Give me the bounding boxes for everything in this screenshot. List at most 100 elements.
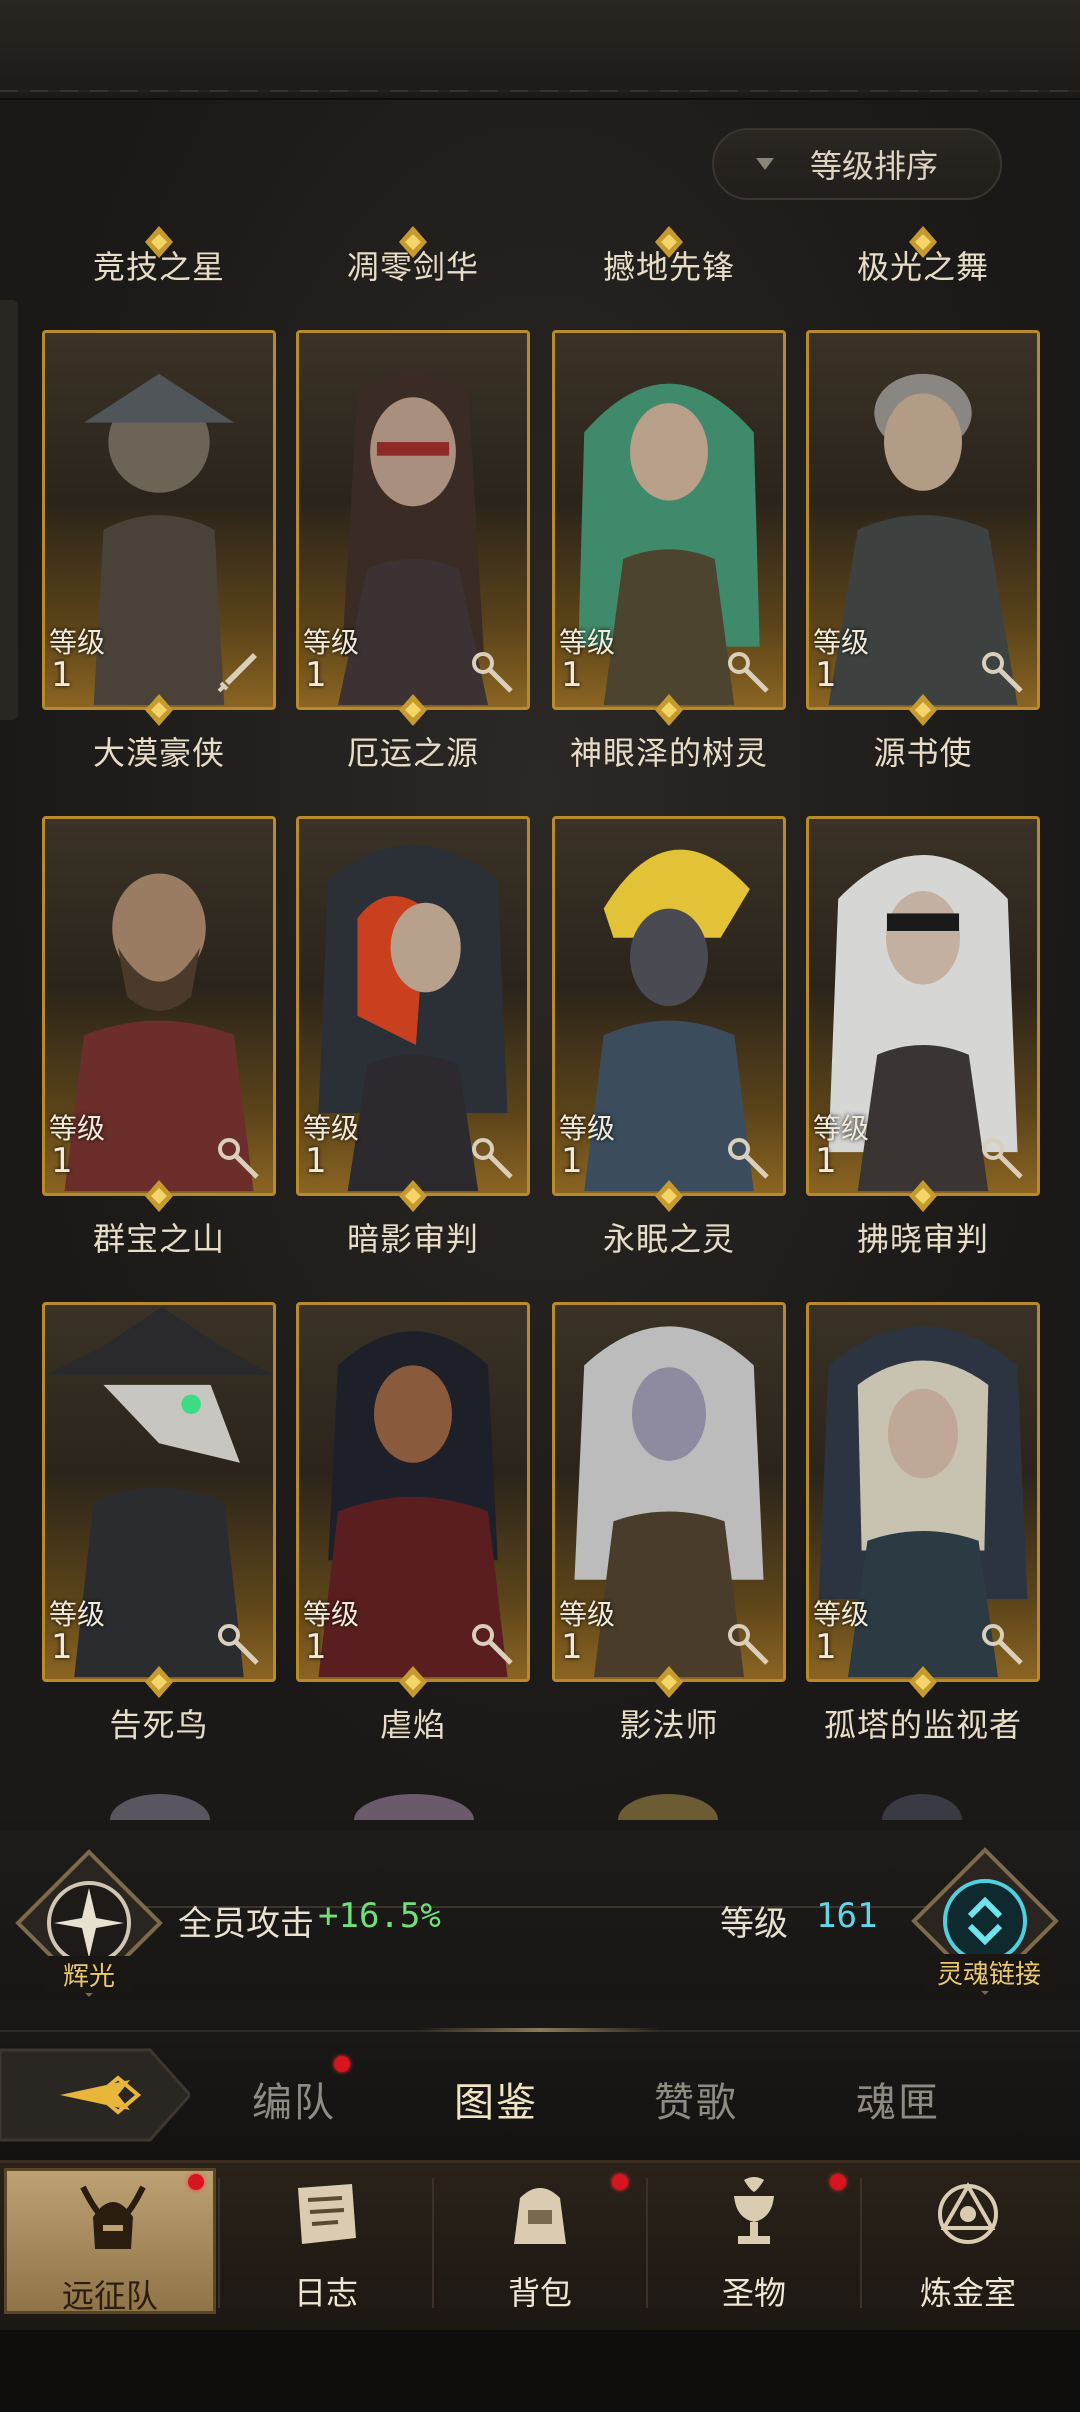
sort-label: 等级排序 xyxy=(810,147,939,185)
next-row-portrait-peek xyxy=(110,1794,962,1820)
gem-ornament-icon xyxy=(655,226,683,258)
soul-link-label: 灵魂链接 xyxy=(924,1954,1054,1991)
hero-name: 永眠之灵 xyxy=(602,1220,735,1258)
nav-label: 背包 xyxy=(507,2274,572,2312)
wand-icon xyxy=(728,1138,769,1179)
level-value: 1 xyxy=(561,1141,583,1181)
wand-icon xyxy=(472,1138,513,1179)
level-value: 1 xyxy=(815,655,837,695)
top-decorative-strip xyxy=(0,0,1080,100)
hero-card[interactable]: 等级 1 xyxy=(296,330,530,710)
level-value: 1 xyxy=(305,1141,327,1181)
wand-icon xyxy=(472,1624,513,1665)
hero-name: 拂晓审判 xyxy=(856,1220,989,1258)
back-arrow-icon[interactable] xyxy=(0,2040,190,2150)
gem-ornament-icon xyxy=(145,226,173,258)
nav-expedition[interactable]: 远征队 xyxy=(4,2168,216,2315)
tab-formation[interactable]: 编队 xyxy=(252,2070,336,2128)
chalice-icon xyxy=(734,2177,774,2244)
hero-card[interactable]: 等级 1 xyxy=(806,1302,1040,1682)
wand-icon xyxy=(982,1624,1023,1665)
dropdown-arrow-icon xyxy=(756,158,774,170)
nav-label: 圣物 xyxy=(721,2274,786,2312)
gem-ornament-icon xyxy=(399,226,427,258)
hero-name: 虐焰 xyxy=(379,1706,446,1744)
team-attack-value: +16.5% xyxy=(318,1896,441,1936)
helmet-icon xyxy=(80,2185,146,2249)
notification-dot xyxy=(334,2056,350,2072)
hero-name: 孤塔的监视者 xyxy=(823,1706,1022,1744)
nav-alchemy-room[interactable]: 炼金室 xyxy=(862,2168,1074,2314)
level-value: 1 xyxy=(815,1627,837,1667)
hero-card[interactable]: 等级 1 xyxy=(552,330,786,710)
wand-icon xyxy=(982,1138,1023,1179)
gem-ornament-icon xyxy=(399,1666,427,1698)
tab-soul-box[interactable]: 魂匣 xyxy=(856,2070,940,2128)
nav-label: 炼金室 xyxy=(919,2274,1016,2312)
radiance-label: 辉光 xyxy=(44,1956,134,1993)
nav-floor xyxy=(0,2330,1080,2412)
gem-ornament-icon xyxy=(145,1180,173,1212)
wand-icon xyxy=(218,1624,259,1665)
level-value: 1 xyxy=(305,1627,327,1667)
wand-icon xyxy=(982,652,1023,693)
level-value: 1 xyxy=(561,655,583,695)
level-value: 1 xyxy=(51,1627,73,1667)
gem-ornament-icon xyxy=(145,1666,173,1698)
hero-card[interactable]: 等级 1 xyxy=(296,1302,530,1682)
alchemy-icon xyxy=(938,2181,998,2244)
gem-ornament-icon xyxy=(655,1180,683,1212)
team-attack-label: 全员攻击 xyxy=(178,1904,314,1944)
gem-ornament-icon xyxy=(909,694,937,726)
hero-name: 影法师 xyxy=(619,1706,719,1744)
scroll-icon xyxy=(298,2184,356,2244)
bag-icon xyxy=(514,2188,566,2244)
notification-dot xyxy=(830,2174,846,2190)
gem-ornament-icon xyxy=(909,226,937,258)
level-value: 1 xyxy=(51,1141,73,1181)
hero-name: 厄运之源 xyxy=(346,734,479,772)
hero-name: 神眼泽的树灵 xyxy=(569,734,768,772)
wand-icon xyxy=(472,652,513,693)
hero-card[interactable]: 等级 1 xyxy=(296,816,530,1196)
level-value: 1 xyxy=(305,655,327,695)
hero-name: 告死鸟 xyxy=(109,1706,209,1744)
hero-card[interactable]: 等级 1 xyxy=(42,816,276,1196)
total-level-value: 161 xyxy=(816,1896,878,1936)
hero-card[interactable]: 等级 1 xyxy=(806,816,1040,1196)
wand-icon xyxy=(218,1138,259,1179)
gem-ornament-icon xyxy=(909,1666,937,1698)
nav-label: 远征队 xyxy=(61,2277,158,2315)
hero-name: 大漠豪侠 xyxy=(92,734,225,772)
hero-card[interactable]: 等级 1 xyxy=(552,1302,786,1682)
level-value: 1 xyxy=(815,1141,837,1181)
hero-name: 暗影审判 xyxy=(346,1220,479,1258)
notification-dot xyxy=(188,2174,204,2190)
hero-name: 源书使 xyxy=(873,734,973,772)
tab-codex[interactable]: 图鉴 xyxy=(454,2070,538,2128)
sort-by-level-button[interactable]: 等级排序 xyxy=(712,128,1002,200)
hero-name: 群宝之山 xyxy=(92,1220,225,1258)
hero-card[interactable]: 等级 1 xyxy=(552,816,786,1196)
wand-icon xyxy=(728,652,769,693)
sword-icon xyxy=(217,653,257,693)
level-value: 1 xyxy=(51,655,73,695)
notification-dot xyxy=(612,2174,628,2190)
level-value: 1 xyxy=(561,1627,583,1667)
gem-ornament-icon xyxy=(655,694,683,726)
nav-backpack[interactable]: 背包 xyxy=(434,2168,646,2314)
total-level-label: 等级 xyxy=(720,1904,788,1944)
tab-anthem[interactable]: 赞歌 xyxy=(654,2070,738,2128)
gem-ornament-icon xyxy=(399,694,427,726)
gem-ornament-icon xyxy=(909,1180,937,1212)
gem-ornament-icon xyxy=(655,1666,683,1698)
nav-journal[interactable]: 日志 xyxy=(220,2168,432,2314)
nav-relics[interactable]: 圣物 xyxy=(648,2168,860,2314)
hero-card[interactable]: 等级 1 xyxy=(42,1302,276,1682)
hero-card[interactable]: 等级 1 xyxy=(806,330,1040,710)
hero-card[interactable]: 等级 1 xyxy=(42,330,276,710)
wand-icon xyxy=(728,1624,769,1665)
gem-ornament-icon xyxy=(399,1180,427,1212)
tab-divider-glow xyxy=(420,2028,660,2032)
side-notch xyxy=(0,300,18,720)
